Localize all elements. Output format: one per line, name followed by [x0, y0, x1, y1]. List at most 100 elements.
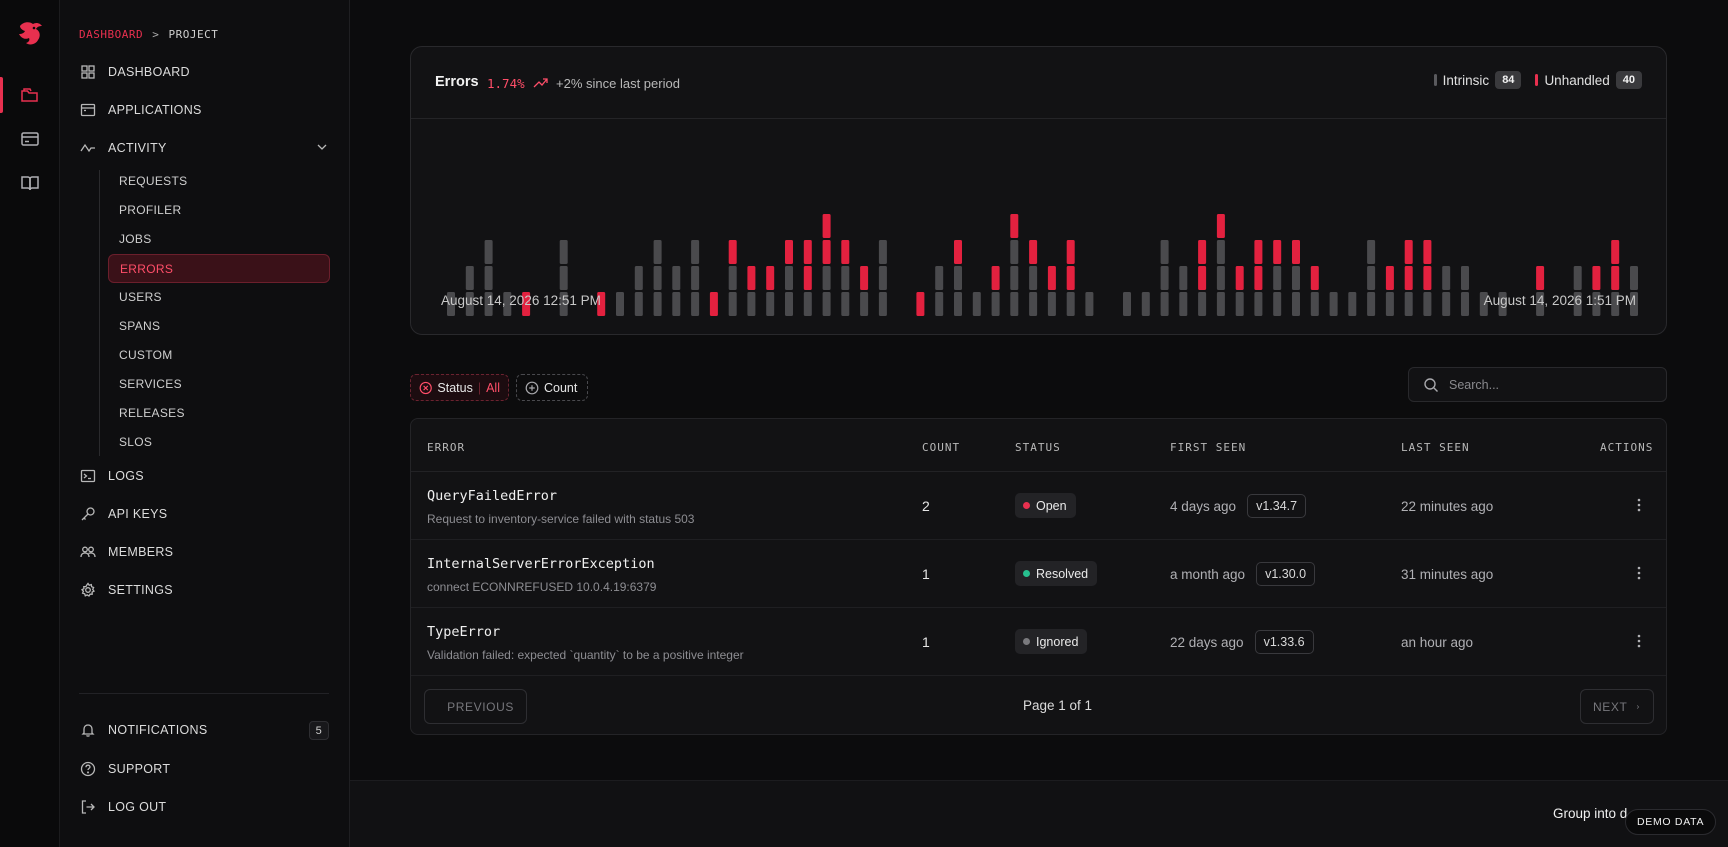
bar-unhandled: [1235, 266, 1244, 290]
search-input[interactable]: [1449, 377, 1649, 392]
bar-intrinsic: [1273, 292, 1282, 316]
row-actions-menu[interactable]: [1629, 563, 1649, 583]
last-seen: an hour ago: [1401, 635, 1474, 650]
bar-intrinsic: [1235, 292, 1244, 316]
sub-item-services[interactable]: SERVICES: [108, 371, 330, 397]
bar-intrinsic: [1367, 240, 1376, 264]
icon-rail: [0, 0, 60, 847]
unhandled-count: 40: [1615, 71, 1642, 89]
bar-intrinsic: [559, 240, 568, 264]
bar-intrinsic: [1348, 292, 1357, 316]
status-filter-chip[interactable]: Status | All: [410, 374, 509, 401]
nav-activity[interactable]: ACTIVITY: [79, 133, 329, 163]
bar-intrinsic: [766, 292, 775, 316]
sub-item-releases[interactable]: RELEASES: [108, 400, 330, 426]
nav-api-keys[interactable]: API KEYS: [79, 499, 329, 529]
intrinsic-swatch: [1433, 74, 1437, 86]
logo-icon[interactable]: [15, 18, 45, 48]
error-description: connect ECONNREFUSED 10.0.4.19:6379: [427, 580, 657, 594]
sub-item-slos[interactable]: SLOS: [108, 429, 330, 455]
next-page-button[interactable]: NEXT: [1580, 689, 1654, 724]
bar-intrinsic: [1461, 292, 1469, 316]
bar-intrinsic: [878, 292, 887, 316]
error-name[interactable]: TypeError: [427, 624, 500, 640]
version-badge: v1.33.6: [1254, 630, 1314, 654]
table-row[interactable]: QueryFailedError Request to inventory-se…: [411, 472, 1666, 540]
bar-intrinsic: [1329, 292, 1338, 316]
bar-intrinsic: [1292, 266, 1300, 290]
bar-intrinsic: [1198, 292, 1207, 316]
rail-billing-button[interactable]: [18, 127, 42, 151]
remove-filter-icon[interactable]: [419, 381, 432, 395]
col-header-first-seen: FIRST SEEN: [1170, 441, 1247, 454]
intrinsic-count: 84: [1495, 71, 1522, 89]
previous-page-button[interactable]: PREVIOUS: [424, 689, 527, 724]
sub-item-errors[interactable]: ERRORS: [108, 254, 330, 283]
sub-item-spans[interactable]: SPANS: [108, 313, 330, 339]
bar-intrinsic: [1216, 266, 1225, 290]
activity-icon: [79, 139, 97, 157]
status-badge: Ignored: [1015, 629, 1088, 654]
terminal-icon: [79, 467, 97, 485]
bar-intrinsic: [653, 292, 662, 316]
nav-members-label: MEMBERS: [108, 545, 174, 559]
nav-logout[interactable]: LOG OUT: [79, 792, 329, 822]
nav-logout-label: LOG OUT: [108, 800, 167, 814]
nav-members[interactable]: MEMBERS: [79, 537, 329, 567]
error-description: Request to inventory-service failed with…: [427, 512, 695, 526]
nav-logs-label: LOGS: [108, 469, 144, 483]
error-name[interactable]: InternalServerErrorException: [427, 556, 655, 572]
row-actions-menu[interactable]: [1629, 631, 1649, 651]
status-filter-value: All: [486, 380, 500, 395]
sub-item-jobs[interactable]: JOBS: [108, 226, 330, 252]
chevron-down-icon[interactable]: [315, 140, 329, 154]
sub-item-users[interactable]: USERS: [108, 284, 330, 310]
count-filter-chip[interactable]: Count: [516, 374, 588, 401]
bar-intrinsic: [1573, 266, 1582, 290]
nav-api-keys-label: API KEYS: [108, 507, 168, 521]
rail-projects-button[interactable]: [18, 83, 42, 107]
card-icon: [21, 132, 39, 146]
bar-intrinsic: [616, 292, 624, 316]
rail-docs-button[interactable]: [18, 171, 42, 195]
more-vertical-icon: [1637, 566, 1641, 580]
table-row[interactable]: TypeError Validation failed: expected `q…: [411, 608, 1666, 676]
first-seen-text: 22 days ago: [1170, 634, 1244, 650]
bar-intrinsic: [691, 292, 700, 316]
nav-settings[interactable]: SETTINGS: [79, 575, 329, 605]
nav-applications[interactable]: APPLICATIONS: [79, 95, 329, 125]
table-row[interactable]: InternalServerErrorException connect ECO…: [411, 540, 1666, 608]
nav-support[interactable]: SUPPORT: [79, 754, 329, 784]
bar-unhandled: [1273, 240, 1282, 264]
bar-unhandled: [860, 266, 869, 290]
col-header-error: ERROR: [427, 441, 466, 454]
more-vertical-icon: [1637, 498, 1641, 512]
errors-title: Errors: [435, 74, 479, 90]
bar-intrinsic: [1010, 266, 1019, 290]
nav-dashboard[interactable]: DASHBOARD: [79, 57, 329, 87]
bar-unhandled: [1423, 240, 1432, 264]
bar-unhandled: [1066, 266, 1075, 290]
group-into-text[interactable]: Group into d: [1553, 806, 1627, 821]
bar-unhandled: [991, 266, 1000, 290]
bar-unhandled: [1385, 266, 1394, 290]
nav-notifications[interactable]: NOTIFICATIONS 5: [79, 715, 329, 745]
nav-activity-label: ACTIVITY: [108, 141, 167, 155]
demo-data-badge: DEMO DATA: [1625, 809, 1717, 835]
bar-intrinsic: [1310, 292, 1319, 316]
error-name[interactable]: QueryFailedError: [427, 488, 557, 504]
status-label: Open: [1036, 498, 1067, 513]
sub-item-custom[interactable]: CUSTOM: [108, 342, 330, 368]
bar-intrinsic: [1160, 240, 1169, 264]
nav-support-label: SUPPORT: [108, 762, 171, 776]
search-box[interactable]: [1408, 367, 1667, 402]
nav-logs[interactable]: LOGS: [79, 461, 329, 491]
bar-intrinsic: [1254, 292, 1263, 316]
breadcrumb-section[interactable]: DASHBOARD: [79, 28, 143, 41]
bar-intrinsic: [1179, 292, 1188, 316]
row-actions-menu[interactable]: [1629, 495, 1649, 515]
bar-intrinsic: [935, 266, 944, 290]
legend-unhandled: Unhandled: [1544, 72, 1610, 88]
sub-item-requests[interactable]: REQUESTS: [108, 168, 330, 194]
sub-item-profiler[interactable]: PROFILER: [108, 197, 330, 223]
